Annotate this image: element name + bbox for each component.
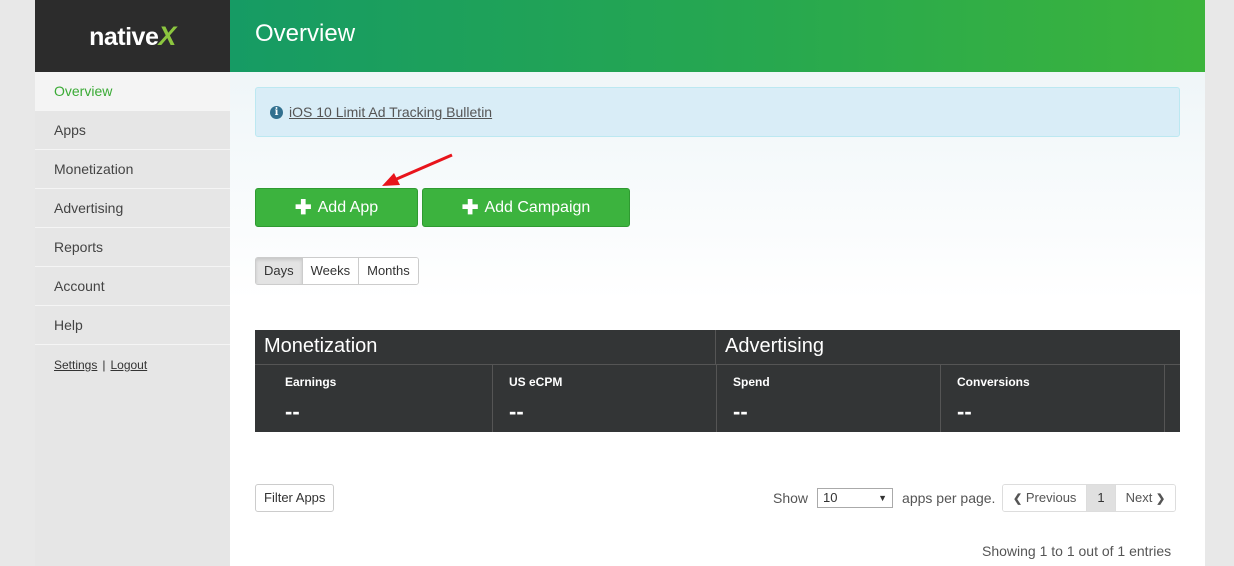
monetization-heading: Monetization: [255, 330, 716, 365]
stat-value: --: [509, 399, 524, 424]
stat-label: Earnings: [285, 375, 337, 389]
per-page-control: Show 10 ▼ apps per page.: [773, 487, 995, 509]
sidebar-item-help[interactable]: Help: [35, 306, 230, 345]
per-page-select[interactable]: 10 ▼: [817, 488, 894, 508]
range-weeks-button[interactable]: Weeks: [302, 258, 360, 284]
per-page-suffix: apps per page.: [902, 490, 996, 506]
page-header: Overview: [230, 0, 1205, 72]
main-content: Overview i iOS 10 Limit Ad Tracking Bull…: [230, 0, 1205, 566]
stat-value: --: [285, 399, 300, 424]
sidebar-item-monetization[interactable]: Monetization: [35, 150, 230, 189]
add-campaign-button[interactable]: ✚ Add Campaign: [422, 188, 630, 227]
info-icon: i: [270, 105, 283, 119]
stat-value: --: [957, 399, 972, 424]
add-app-label: Add App: [317, 198, 379, 216]
settings-link[interactable]: Settings: [54, 358, 97, 372]
date-range-toggle: Days Weeks Months: [255, 257, 419, 285]
red-arrow-annotation: [382, 153, 453, 186]
sidebar-item-reports[interactable]: Reports: [35, 228, 230, 267]
sidebar-item-account[interactable]: Account: [35, 267, 230, 306]
sidebar-item-overview[interactable]: Overview: [35, 72, 230, 111]
stat-label: Spend: [733, 375, 770, 389]
sidebar: nativeX Overview Apps Monetization Adver…: [35, 0, 230, 566]
add-campaign-label: Add Campaign: [484, 198, 591, 216]
plus-icon: ✚: [461, 196, 479, 219]
chevron-left-icon: ❮: [1013, 493, 1023, 505]
previous-page-button[interactable]: ❮ Previous: [1003, 485, 1088, 511]
logo-area: nativeX: [35, 0, 230, 72]
bulletin-link[interactable]: iOS 10 Limit Ad Tracking Bulletin: [289, 104, 492, 120]
sidebar-item-advertising[interactable]: Advertising: [35, 189, 230, 228]
spend-stat: Spend --: [717, 365, 941, 432]
bulletin-alert: i iOS 10 Limit Ad Tracking Bulletin: [255, 87, 1180, 137]
conversions-stat: Conversions --: [941, 365, 1165, 432]
logout-link[interactable]: Logout: [110, 358, 147, 372]
advertising-heading: Advertising: [716, 330, 1180, 365]
range-months-button[interactable]: Months: [359, 258, 418, 284]
chevron-right-icon: ❯: [1156, 493, 1166, 505]
next-page-button[interactable]: Next ❯: [1115, 485, 1176, 511]
filter-apps-button[interactable]: Filter Apps: [255, 484, 335, 512]
add-app-button[interactable]: ✚ Add App: [255, 188, 418, 227]
pagination: ❮ Previous 1 Next ❯: [1002, 484, 1177, 512]
page-title: Overview: [255, 20, 356, 47]
nativex-logo[interactable]: nativeX: [89, 21, 176, 52]
show-label: Show: [773, 490, 809, 506]
stat-label: Conversions: [957, 375, 1030, 389]
us-ecpm-stat: US eCPM --: [493, 365, 717, 432]
sidebar-item-apps[interactable]: Apps: [35, 111, 230, 150]
stat-label: US eCPM: [509, 375, 563, 389]
stat-value: --: [733, 399, 748, 424]
page-1-button[interactable]: 1: [1087, 485, 1116, 511]
stats-panel: Monetization Advertising Earnings -- US …: [255, 330, 1180, 432]
range-days-button[interactable]: Days: [256, 258, 303, 284]
app-window: nativeX Overview Apps Monetization Adver…: [35, 0, 1205, 566]
sidebar-footer-links: Settings | Logout: [35, 345, 230, 372]
link-separator: |: [102, 358, 106, 372]
entries-summary: Showing 1 to 1 out of 1 entries: [982, 543, 1172, 559]
earnings-stat: Earnings --: [255, 365, 493, 432]
dropdown-caret-icon: ▼: [878, 493, 888, 503]
plus-icon: ✚: [294, 196, 312, 219]
